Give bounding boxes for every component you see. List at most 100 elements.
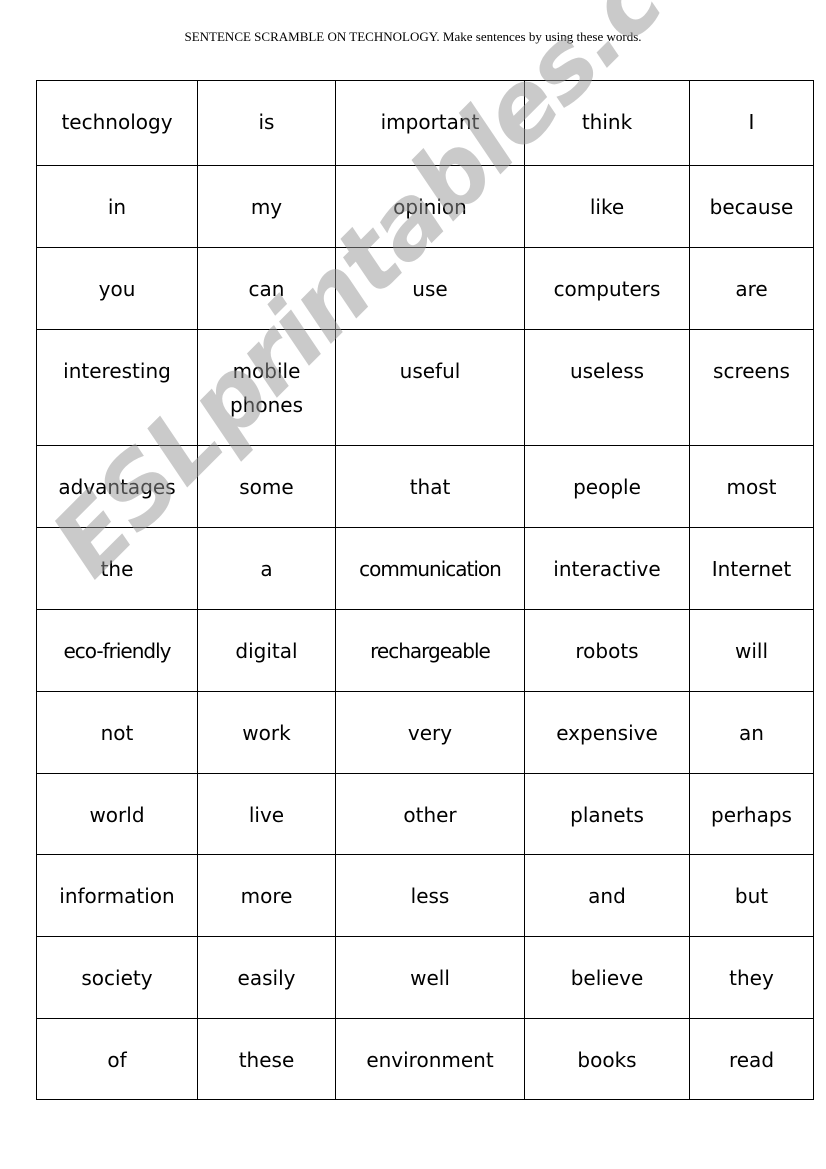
word-row: not work very expensive an: [36, 691, 814, 774]
word-text: communication: [359, 557, 502, 581]
word-text: and: [588, 884, 626, 908]
word-text: because: [709, 195, 794, 219]
word-card: rechargeable: [335, 609, 525, 692]
word-card: but: [689, 854, 814, 937]
word-text: society: [81, 966, 153, 990]
word-card: the: [36, 527, 198, 610]
word-card: environment: [335, 1018, 525, 1100]
word-card: not: [36, 691, 198, 774]
word-card: think: [524, 80, 690, 166]
word-text: my: [250, 195, 283, 219]
word-text: read: [728, 1048, 775, 1072]
word-text: they: [729, 966, 774, 990]
word-text: advantages: [58, 475, 176, 499]
word-card: a: [197, 527, 336, 610]
word-text: use: [412, 277, 448, 301]
word-card: of: [36, 1018, 198, 1100]
word-text: screens: [713, 359, 790, 383]
word-card: computers: [524, 247, 690, 330]
word-card: some: [197, 445, 336, 528]
word-text: like: [589, 195, 625, 219]
word-text: mobile phones: [229, 359, 303, 417]
word-row: advantages some that people most: [36, 445, 814, 528]
word-card: and: [524, 854, 690, 937]
word-row: interesting mobile phones useful useless…: [36, 329, 814, 446]
word-text: a: [260, 557, 273, 581]
word-card: Internet: [689, 527, 814, 610]
word-text: is: [258, 110, 275, 134]
word-card: expensive: [524, 691, 690, 774]
word-card: information: [36, 854, 198, 937]
word-card: these: [197, 1018, 336, 1100]
word-card: opinion: [335, 165, 525, 248]
word-card: can: [197, 247, 336, 330]
word-card: very: [335, 691, 525, 774]
word-row: technology is important think I: [36, 80, 814, 166]
word-card: useless: [524, 329, 690, 446]
word-card: perhaps: [689, 773, 814, 855]
word-card: is: [197, 80, 336, 166]
word-text: interesting: [63, 359, 171, 383]
word-text: environment: [366, 1048, 494, 1072]
word-text: but: [734, 884, 769, 908]
word-text: not: [100, 721, 134, 745]
word-text: very: [407, 721, 453, 745]
word-card: interactive: [524, 527, 690, 610]
word-text: Internet: [711, 557, 792, 581]
word-text: technology: [61, 110, 173, 134]
word-card: screens: [689, 329, 814, 446]
word-row: in my opinion like because: [36, 165, 814, 248]
word-text: other: [403, 803, 457, 827]
word-card: world: [36, 773, 198, 855]
word-card: easily: [197, 936, 336, 1019]
word-card: most: [689, 445, 814, 528]
word-text: these: [238, 1048, 295, 1072]
word-text: some: [239, 475, 294, 499]
word-card: use: [335, 247, 525, 330]
word-text: are: [735, 277, 768, 301]
word-text: an: [739, 721, 764, 745]
word-text: rechargeable: [370, 639, 491, 663]
word-text: useful: [399, 359, 461, 383]
word-card: well: [335, 936, 525, 1019]
word-card: society: [36, 936, 198, 1019]
word-row: information more less and but: [36, 854, 814, 937]
word-text: expensive: [556, 721, 658, 745]
word-card: more: [197, 854, 336, 937]
word-row: the a communication interactive Internet: [36, 527, 814, 610]
word-card: technology: [36, 80, 198, 166]
word-card: in: [36, 165, 198, 248]
word-text: interactive: [553, 557, 661, 581]
word-text: useless: [569, 359, 645, 383]
word-card: I: [689, 80, 814, 166]
word-text: will: [734, 639, 769, 663]
word-card: useful: [335, 329, 525, 446]
word-card: other: [335, 773, 525, 855]
word-card: books: [524, 1018, 690, 1100]
word-text: in: [107, 195, 127, 219]
word-text: digital: [235, 639, 298, 663]
word-card: you: [36, 247, 198, 330]
word-card: communication: [335, 527, 525, 610]
word-card: read: [689, 1018, 814, 1100]
word-card: they: [689, 936, 814, 1019]
worksheet-title: SENTENCE SCRAMBLE ON TECHNOLOGY. Make se…: [184, 29, 642, 44]
word-text: important: [380, 110, 480, 134]
word-text: I: [748, 110, 755, 134]
word-text: the: [100, 557, 134, 581]
word-row: of these environment books read: [36, 1018, 814, 1100]
word-row: you can use computers are: [36, 247, 814, 330]
word-card: my: [197, 165, 336, 248]
word-text: opinion: [393, 195, 467, 219]
word-card: people: [524, 445, 690, 528]
word-card: advantages: [36, 445, 198, 528]
word-card: are: [689, 247, 814, 330]
word-card: because: [689, 165, 814, 248]
word-text: eco-friendly: [63, 639, 171, 663]
word-text: information: [59, 884, 175, 908]
word-card: digital: [197, 609, 336, 692]
word-text: most: [726, 475, 777, 499]
word-card: like: [524, 165, 690, 248]
word-card: planets: [524, 773, 690, 855]
word-text: you: [98, 277, 136, 301]
